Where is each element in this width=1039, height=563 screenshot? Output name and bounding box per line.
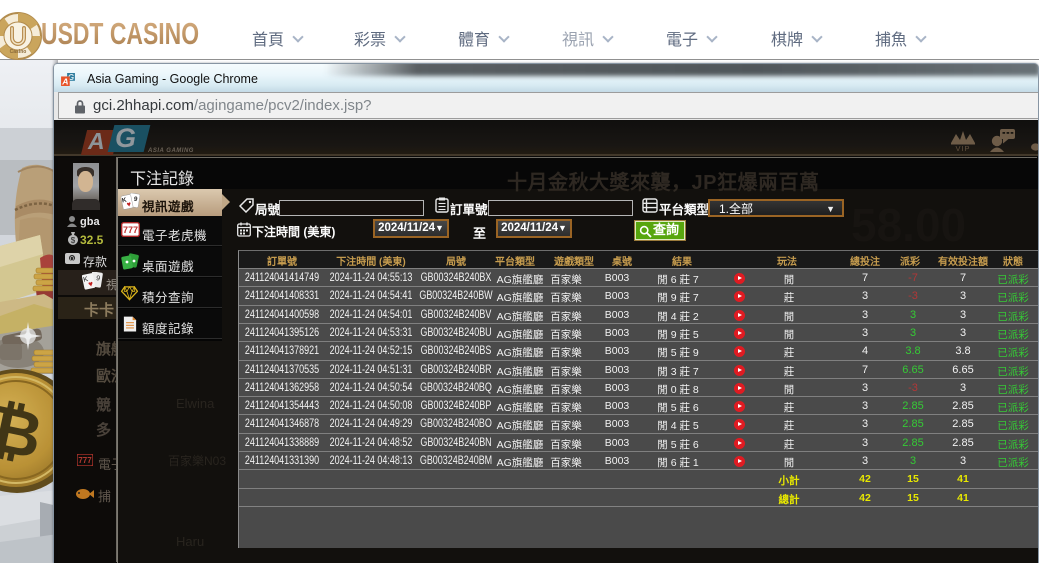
svg-text:Casino: Casino xyxy=(10,49,27,55)
svg-text:$: $ xyxy=(71,236,76,245)
svg-text:777: 777 xyxy=(123,225,138,235)
svg-text:0: 0 xyxy=(70,256,74,263)
svg-text:A: A xyxy=(61,76,68,86)
svg-text:777: 777 xyxy=(78,456,92,465)
svg-text:VIP: VIP xyxy=(955,144,970,152)
